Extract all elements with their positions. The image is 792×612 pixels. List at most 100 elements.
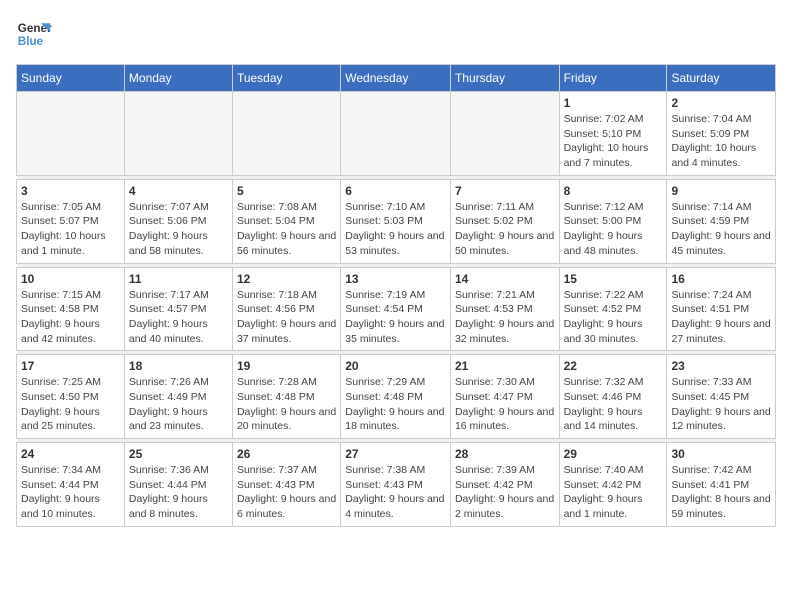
day-number: 19 bbox=[237, 359, 336, 373]
day-number: 28 bbox=[455, 447, 555, 461]
calendar-cell: 29Sunrise: 7:40 AM Sunset: 4:42 PM Dayli… bbox=[559, 443, 667, 527]
calendar-cell: 14 Sunrise: 7:21 AM Sunset: 4:53 PM Dayli… bbox=[450, 267, 559, 351]
day-number: 30 bbox=[671, 447, 771, 461]
weekday-header-friday: Friday bbox=[559, 65, 667, 92]
day-number: 10 bbox=[21, 272, 120, 286]
day-number: 25 bbox=[129, 447, 228, 461]
day-info: Sunrise: 7:05 AM Sunset: 5:07 PM Dayligh… bbox=[21, 200, 120, 259]
day-number: 13 bbox=[345, 272, 446, 286]
day-number: 11 bbox=[129, 272, 228, 286]
day-number: 29 bbox=[564, 447, 663, 461]
day-info: Sunrise: 7:15 AM Sunset: 4:58 PM Dayligh… bbox=[21, 288, 120, 347]
day-info: Sunrise: 7:11 AM Sunset: 5:02 PM Dayligh… bbox=[455, 200, 555, 259]
day-number: 23 bbox=[671, 359, 771, 373]
day-info: Sunrise: 7:26 AM Sunset: 4:49 PM Dayligh… bbox=[129, 375, 228, 434]
calendar-cell: 6 Sunrise: 7:10 AM Sunset: 5:03 PM Daylig… bbox=[341, 179, 451, 263]
calendar-cell: 12 Sunrise: 7:18 AM Sunset: 4:56 PM Dayli… bbox=[232, 267, 340, 351]
day-number: 18 bbox=[129, 359, 228, 373]
day-number: 8 bbox=[564, 184, 663, 198]
day-info: Sunrise: 7:39 AM Sunset: 4:42 PM Dayligh… bbox=[455, 463, 555, 522]
calendar-cell: 17Sunrise: 7:25 AM Sunset: 4:50 PM Dayli… bbox=[17, 355, 125, 439]
weekday-header-sunday: Sunday bbox=[17, 65, 125, 92]
day-info: Sunrise: 7:37 AM Sunset: 4:43 PM Dayligh… bbox=[237, 463, 336, 522]
calendar-cell: 5 Sunrise: 7:08 AM Sunset: 5:04 PM Daylig… bbox=[232, 179, 340, 263]
calendar-cell: 19 Sunrise: 7:28 AM Sunset: 4:48 PM Dayli… bbox=[232, 355, 340, 439]
calendar-cell bbox=[17, 92, 125, 176]
calendar-week-1: 1 Sunrise: 7:02 AM Sunset: 5:10 PM Daylig… bbox=[17, 92, 776, 176]
day-info: Sunrise: 7:42 AM Sunset: 4:41 PM Dayligh… bbox=[671, 463, 771, 522]
calendar-cell: 23 Sunrise: 7:33 AM Sunset: 4:45 PM Dayli… bbox=[667, 355, 776, 439]
calendar-cell: 22 Sunrise: 7:32 AM Sunset: 4:46 PM Dayli… bbox=[559, 355, 667, 439]
day-info: Sunrise: 7:22 AM Sunset: 4:52 PM Dayligh… bbox=[564, 288, 663, 347]
calendar-cell: 26 Sunrise: 7:37 AM Sunset: 4:43 PM Dayli… bbox=[232, 443, 340, 527]
logo-icon: General Blue bbox=[16, 16, 52, 52]
day-info: Sunrise: 7:12 AM Sunset: 5:00 PM Dayligh… bbox=[564, 200, 663, 259]
calendar-cell: 11 Sunrise: 7:17 AM Sunset: 4:57 PM Dayli… bbox=[124, 267, 232, 351]
calendar-cell: 8 Sunrise: 7:12 AM Sunset: 5:00 PM Daylig… bbox=[559, 179, 667, 263]
day-info: Sunrise: 7:19 AM Sunset: 4:54 PM Dayligh… bbox=[345, 288, 446, 347]
calendar-cell: 7 Sunrise: 7:11 AM Sunset: 5:02 PM Daylig… bbox=[450, 179, 559, 263]
svg-text:Blue: Blue bbox=[18, 35, 44, 48]
day-number: 22 bbox=[564, 359, 663, 373]
calendar-cell: 28 Sunrise: 7:39 AM Sunset: 4:42 PM Dayli… bbox=[450, 443, 559, 527]
weekday-header-wednesday: Wednesday bbox=[341, 65, 451, 92]
day-info: Sunrise: 7:07 AM Sunset: 5:06 PM Dayligh… bbox=[129, 200, 228, 259]
day-info: Sunrise: 7:04 AM Sunset: 5:09 PM Dayligh… bbox=[671, 112, 771, 171]
day-number: 14 bbox=[455, 272, 555, 286]
weekday-header-monday: Monday bbox=[124, 65, 232, 92]
day-info: Sunrise: 7:02 AM Sunset: 5:10 PM Dayligh… bbox=[564, 112, 663, 171]
day-number: 20 bbox=[345, 359, 446, 373]
calendar-cell: 21Sunrise: 7:30 AM Sunset: 4:47 PM Dayli… bbox=[450, 355, 559, 439]
day-info: Sunrise: 7:34 AM Sunset: 4:44 PM Dayligh… bbox=[21, 463, 120, 522]
calendar-cell bbox=[450, 92, 559, 176]
day-number: 4 bbox=[129, 184, 228, 198]
day-info: Sunrise: 7:14 AM Sunset: 4:59 PM Dayligh… bbox=[671, 200, 771, 259]
day-info: Sunrise: 7:29 AM Sunset: 4:48 PM Dayligh… bbox=[345, 375, 446, 434]
calendar-cell: 13 Sunrise: 7:19 AM Sunset: 4:54 PM Dayli… bbox=[341, 267, 451, 351]
day-number: 6 bbox=[345, 184, 446, 198]
day-number: 15 bbox=[564, 272, 663, 286]
day-number: 3 bbox=[21, 184, 120, 198]
calendar-cell bbox=[232, 92, 340, 176]
day-info: Sunrise: 7:08 AM Sunset: 5:04 PM Dayligh… bbox=[237, 200, 336, 259]
day-number: 27 bbox=[345, 447, 446, 461]
calendar-week-3: 10 Sunrise: 7:15 AM Sunset: 4:58 PM Dayli… bbox=[17, 267, 776, 351]
day-info: Sunrise: 7:21 AM Sunset: 4:53 PM Dayligh… bbox=[455, 288, 555, 347]
calendar-cell: 18 Sunrise: 7:26 AM Sunset: 4:49 PM Dayli… bbox=[124, 355, 232, 439]
day-info: Sunrise: 7:38 AM Sunset: 4:43 PM Dayligh… bbox=[345, 463, 446, 522]
weekday-header-thursday: Thursday bbox=[450, 65, 559, 92]
day-number: 5 bbox=[237, 184, 336, 198]
calendar-cell: 24 Sunrise: 7:34 AM Sunset: 4:44 PM Dayli… bbox=[17, 443, 125, 527]
calendar-cell: 30 Sunrise: 7:42 AM Sunset: 4:41 PM Dayli… bbox=[667, 443, 776, 527]
calendar-header-row: SundayMondayTuesdayWednesdayThursdayFrid… bbox=[17, 65, 776, 92]
day-number: 24 bbox=[21, 447, 120, 461]
day-number: 26 bbox=[237, 447, 336, 461]
day-info: Sunrise: 7:30 AM Sunset: 4:47 PM Dayligh… bbox=[455, 375, 555, 434]
day-info: Sunrise: 7:32 AM Sunset: 4:46 PM Dayligh… bbox=[564, 375, 663, 434]
calendar-week-4: 17Sunrise: 7:25 AM Sunset: 4:50 PM Dayli… bbox=[17, 355, 776, 439]
calendar-cell: 15 Sunrise: 7:22 AM Sunset: 4:52 PM Dayli… bbox=[559, 267, 667, 351]
page-header: General Blue bbox=[16, 16, 776, 52]
day-info: Sunrise: 7:25 AM Sunset: 4:50 PM Dayligh… bbox=[21, 375, 120, 434]
day-info: Sunrise: 7:18 AM Sunset: 4:56 PM Dayligh… bbox=[237, 288, 336, 347]
day-info: Sunrise: 7:28 AM Sunset: 4:48 PM Dayligh… bbox=[237, 375, 336, 434]
calendar-week-5: 24 Sunrise: 7:34 AM Sunset: 4:44 PM Dayli… bbox=[17, 443, 776, 527]
day-number: 12 bbox=[237, 272, 336, 286]
calendar-cell: 27 Sunrise: 7:38 AM Sunset: 4:43 PM Dayli… bbox=[341, 443, 451, 527]
day-number: 7 bbox=[455, 184, 555, 198]
day-info: Sunrise: 7:36 AM Sunset: 4:44 PM Dayligh… bbox=[129, 463, 228, 522]
day-info: Sunrise: 7:33 AM Sunset: 4:45 PM Dayligh… bbox=[671, 375, 771, 434]
calendar-cell: 4 Sunrise: 7:07 AM Sunset: 5:06 PM Daylig… bbox=[124, 179, 232, 263]
calendar-table: SundayMondayTuesdayWednesdayThursdayFrid… bbox=[16, 64, 776, 527]
calendar-cell: 9 Sunrise: 7:14 AM Sunset: 4:59 PM Daylig… bbox=[667, 179, 776, 263]
calendar-cell: 3 Sunrise: 7:05 AM Sunset: 5:07 PM Daylig… bbox=[17, 179, 125, 263]
weekday-header-saturday: Saturday bbox=[667, 65, 776, 92]
calendar-cell: 25 Sunrise: 7:36 AM Sunset: 4:44 PM Dayli… bbox=[124, 443, 232, 527]
calendar-week-2: 3 Sunrise: 7:05 AM Sunset: 5:07 PM Daylig… bbox=[17, 179, 776, 263]
day-info: Sunrise: 7:17 AM Sunset: 4:57 PM Dayligh… bbox=[129, 288, 228, 347]
day-number: 9 bbox=[671, 184, 771, 198]
calendar-cell: 2Sunrise: 7:04 AM Sunset: 5:09 PM Daylig… bbox=[667, 92, 776, 176]
calendar-cell: 16Sunrise: 7:24 AM Sunset: 4:51 PM Dayli… bbox=[667, 267, 776, 351]
day-info: Sunrise: 7:10 AM Sunset: 5:03 PM Dayligh… bbox=[345, 200, 446, 259]
day-number: 1 bbox=[564, 96, 663, 110]
